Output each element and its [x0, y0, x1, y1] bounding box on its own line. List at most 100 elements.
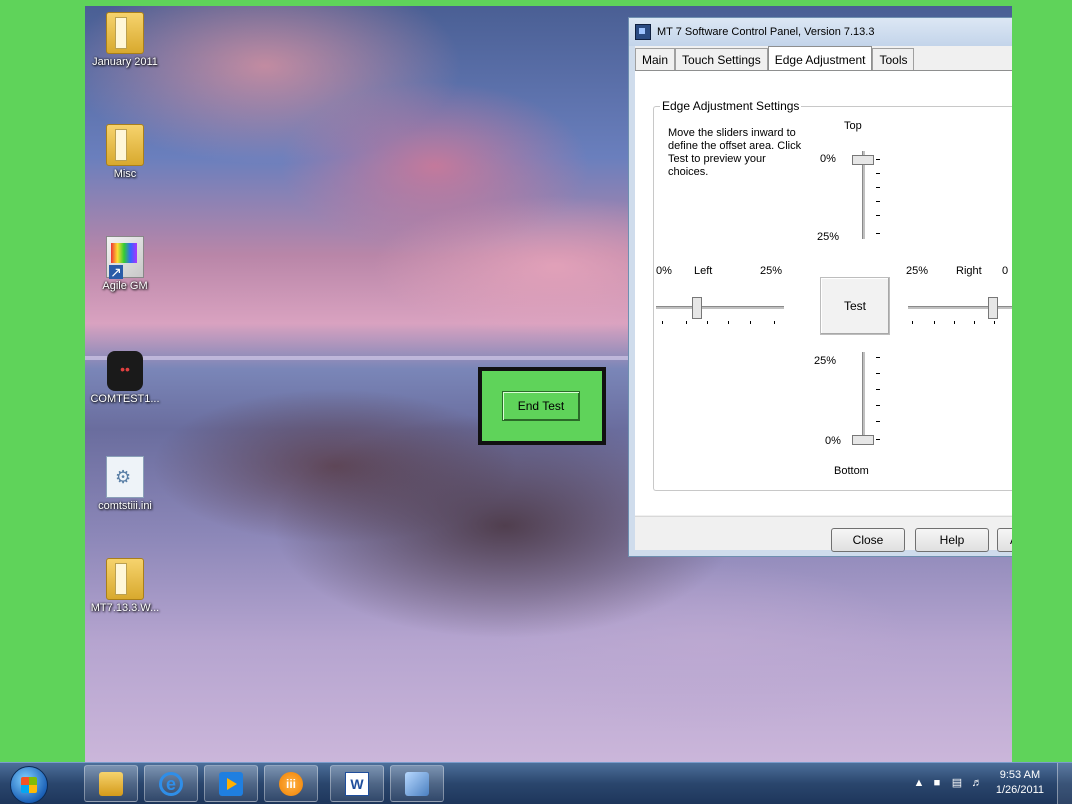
desktop-icon-label: Agile GM — [102, 280, 148, 292]
tick — [876, 405, 880, 406]
tick — [686, 321, 687, 324]
window-client: Main Touch Settings Edge Adjustment Tool… — [635, 46, 1012, 552]
volume-icon[interactable]: ♬ — [970, 776, 984, 790]
tool-app-icon — [405, 772, 429, 796]
tab-main[interactable]: Main — [635, 48, 676, 71]
start-button[interactable] — [10, 766, 48, 804]
tick — [876, 201, 880, 202]
desktop-icon-comtest[interactable]: COMTEST1... — [85, 351, 165, 405]
taskbar-media-player[interactable] — [204, 765, 258, 802]
clock-time: 9:53 AM — [999, 769, 1041, 781]
windows-logo-icon — [21, 777, 37, 793]
desktop-icon-label: Misc — [113, 168, 137, 180]
tick — [876, 173, 880, 174]
tick — [707, 321, 708, 324]
media-player-icon — [219, 772, 243, 796]
top-min-label: 0% — [820, 153, 836, 165]
folder-icon — [99, 772, 123, 796]
left-min-label: 0% — [656, 265, 672, 277]
tick — [876, 233, 880, 234]
show-hidden-icons-arrow[interactable]: ▲ — [912, 776, 926, 790]
bottom-min-label: 0% — [825, 435, 841, 447]
folder-icon — [106, 124, 144, 166]
top-label: Top — [844, 120, 862, 132]
desktop-icon-label: COMTEST1... — [90, 393, 160, 405]
tab-strip: Main Touch Settings Edge Adjustment Tool… — [635, 46, 915, 74]
window-title: MT 7 Software Control Panel, Version 7.1… — [657, 26, 875, 38]
tab-tools[interactable]: Tools — [872, 48, 915, 71]
show-desktop-button[interactable] — [1057, 763, 1072, 804]
tick — [876, 373, 880, 374]
group-title: Edge Adjustment Settings — [660, 99, 802, 113]
tick — [876, 439, 880, 440]
clock[interactable]: 9:53 AM 1/26/2011 — [996, 768, 1044, 798]
shortcut-app-icon — [106, 236, 144, 279]
folder-icon — [106, 558, 144, 600]
tick — [974, 321, 975, 324]
desktop-icon-misc[interactable]: Misc — [85, 124, 165, 180]
left-slider-track[interactable] — [656, 306, 784, 309]
right-label: Right — [956, 265, 982, 277]
top-slider-thumb[interactable] — [852, 155, 874, 165]
help-button[interactable]: Help — [915, 528, 989, 552]
word-icon: W — [345, 772, 369, 796]
right-min-label: 0 — [1002, 265, 1009, 277]
taskbar-installer[interactable]: iii — [264, 765, 318, 802]
network-icon[interactable]: ▤ — [950, 776, 964, 790]
taskbar-explorer[interactable] — [84, 765, 138, 802]
tick — [912, 321, 913, 324]
left-label: Left — [694, 265, 713, 277]
top-max-label: 25% — [817, 231, 840, 243]
end-test-panel: End Test — [478, 367, 606, 445]
tick — [876, 187, 880, 188]
tick — [876, 159, 880, 160]
device-icon[interactable]: ■ — [930, 776, 944, 790]
left-slider-thumb[interactable] — [692, 297, 702, 319]
taskbar-tool[interactable] — [390, 765, 444, 802]
tick — [876, 357, 880, 358]
instructions-text: Move the sliders inward to define the of… — [668, 127, 802, 178]
bottom-label: Bottom — [834, 465, 869, 477]
taskbar-internet-explorer[interactable]: e — [144, 765, 198, 802]
tick — [954, 321, 955, 324]
tick — [876, 421, 880, 422]
desktop-icon-mt7-installer[interactable]: MT7.13.3.W... — [85, 558, 165, 614]
right-slider-thumb[interactable] — [988, 297, 998, 319]
edge-adjustment-panel: Edge Adjustment Settings Move the slider… — [635, 70, 1012, 515]
desktop-icon-label: January 2011 — [92, 56, 158, 68]
desktop-icon-january-2011[interactable]: January 2011 — [85, 12, 165, 68]
tick — [662, 321, 663, 324]
dialog-button-bar: Close Help A — [635, 516, 1012, 556]
window-titlebar[interactable]: MT 7 Software Control Panel, Version 7.1… — [629, 18, 1012, 46]
bottom-max-label: 25% — [814, 355, 837, 367]
edge-adjustment-group: Edge Adjustment Settings Move the slider… — [653, 99, 1012, 491]
desktop-icon-label: MT7.13.3.W... — [90, 602, 160, 614]
end-test-button[interactable]: End Test — [502, 391, 580, 421]
tick — [728, 321, 729, 324]
taskbar-word[interactable]: W — [330, 765, 384, 802]
app-icon — [635, 24, 651, 40]
system-tray: ▲ ■ ▤ ♬ 9:53 AM 1/26/2011 — [912, 763, 1072, 804]
close-button[interactable]: Close — [831, 528, 905, 552]
left-max-label: 25% — [760, 265, 783, 277]
clock-date: 1/26/2011 — [995, 784, 1044, 796]
desktop-icon-agile-gm[interactable]: Agile GM — [85, 236, 165, 292]
right-max-label: 25% — [906, 265, 929, 277]
taskbar: e iii W ▲ ■ ▤ ♬ 9:53 AM 1/26/2011 — [0, 762, 1072, 804]
tick — [774, 321, 775, 324]
tab-touch-settings[interactable]: Touch Settings — [675, 48, 768, 71]
apply-button[interactable]: A — [997, 528, 1012, 552]
config-file-icon — [106, 456, 144, 498]
bottom-slider-thumb[interactable] — [852, 435, 874, 445]
control-panel-window: MT 7 Software Control Panel, Version 7.1… — [628, 17, 1012, 557]
internet-explorer-icon: e — [159, 772, 183, 796]
desktop-icon-comtstiii-ini[interactable]: comtstiii.ini — [85, 456, 165, 512]
installer-icon: iii — [279, 772, 303, 796]
folder-icon — [106, 12, 144, 54]
bottom-slider-track[interactable] — [862, 352, 865, 444]
tick — [876, 389, 880, 390]
tick — [994, 321, 995, 324]
tick — [876, 215, 880, 216]
tick — [750, 321, 751, 324]
test-button[interactable]: Test — [820, 277, 890, 335]
